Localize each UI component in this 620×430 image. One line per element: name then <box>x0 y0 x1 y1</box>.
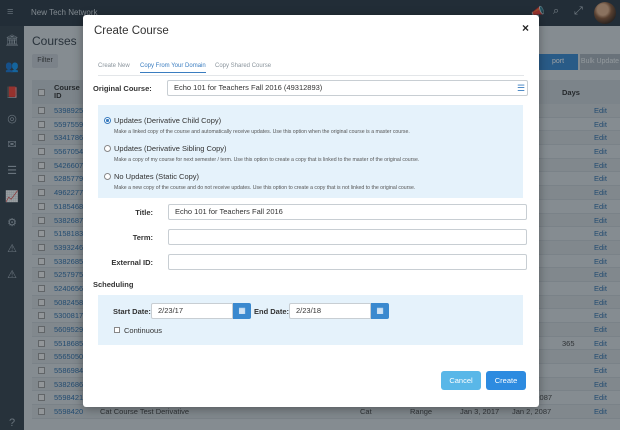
tab-create-new[interactable]: Create New <box>98 63 130 72</box>
radio-derivative-sibling[interactable] <box>104 145 111 152</box>
original-course-field[interactable]: Echo 101 for Teachers Fall 2016 (4931289… <box>167 80 528 96</box>
continuous-checkbox[interactable] <box>114 327 120 333</box>
close-icon[interactable]: × <box>522 21 529 35</box>
title-label: Title: <box>135 208 153 217</box>
end-date-field[interactable]: 2/23/18 <box>289 303 371 319</box>
tabs-divider <box>98 75 524 76</box>
term-label: Term: <box>132 233 153 242</box>
term-field[interactable] <box>168 229 527 245</box>
tab-copy-shared-course[interactable]: Copy Shared Course <box>215 63 271 72</box>
create-button[interactable]: Create <box>486 371 526 390</box>
create-course-modal: Create Course × Create New Copy From You… <box>83 15 539 407</box>
tab-copy-from-domain[interactable]: Copy From Your Domain <box>140 63 206 73</box>
start-date-label: Start Date: <box>113 307 151 316</box>
copy-type-panel: Updates (Derivative Child Copy) Make a l… <box>98 105 523 198</box>
scheduling-panel: Start Date: 2/23/17 ▦ End Date: 2/23/18 … <box>98 295 523 345</box>
start-date-field[interactable]: 2/23/17 <box>151 303 233 319</box>
title-field[interactable]: Echo 101 for Teachers Fall 2016 <box>168 204 527 220</box>
external-id-label: External ID: <box>111 258 153 267</box>
original-course-label: Original Course: <box>93 84 152 93</box>
calendar-icon[interactable]: ▦ <box>233 303 251 319</box>
radio-static-copy[interactable] <box>104 173 111 180</box>
radio-derivative-child[interactable] <box>104 117 111 124</box>
calendar-icon[interactable]: ▦ <box>371 303 389 319</box>
end-date-label: End Date: <box>254 307 290 316</box>
continuous-label: Continuous <box>124 326 162 335</box>
external-id-field[interactable] <box>168 254 527 270</box>
modal-title: Create Course <box>94 25 169 37</box>
list-icon[interactable]: ☰ <box>517 83 527 93</box>
cancel-button[interactable]: Cancel <box>441 371 481 390</box>
scheduling-heading: Scheduling <box>93 280 134 289</box>
